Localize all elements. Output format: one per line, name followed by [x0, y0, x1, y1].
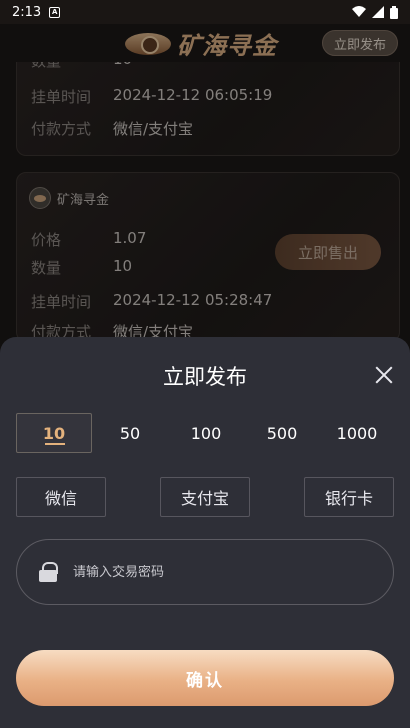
amount-option-50[interactable]: 50: [100, 413, 160, 453]
trade-password-field[interactable]: [16, 539, 394, 605]
notification-icon: A: [49, 6, 61, 18]
lock-icon: [39, 562, 58, 582]
trade-password-input[interactable]: [73, 564, 353, 580]
battery-icon: [390, 5, 398, 19]
close-icon[interactable]: [373, 364, 395, 386]
payment-option-wechat[interactable]: 微信: [16, 477, 106, 517]
status-bar: 2:13 A: [0, 0, 410, 24]
status-icons: [352, 5, 398, 19]
signal-icon: [372, 6, 384, 18]
publish-sheet: 立即发布 10 50 100 500 1000 微信 支付宝 银行卡 确认: [0, 337, 410, 728]
amount-option-500[interactable]: 500: [252, 413, 312, 453]
confirm-button[interactable]: 确认: [16, 650, 394, 706]
sheet-title: 立即发布: [163, 365, 247, 389]
payment-option-bank-card[interactable]: 银行卡: [304, 477, 394, 517]
payment-option-alipay[interactable]: 支付宝: [160, 477, 250, 517]
amount-option-100[interactable]: 100: [176, 413, 236, 453]
amount-option-1000[interactable]: 1000: [324, 413, 390, 453]
status-time: 2:13: [12, 4, 42, 20]
amount-option-10[interactable]: 10: [16, 413, 92, 453]
wifi-icon: [352, 6, 366, 17]
